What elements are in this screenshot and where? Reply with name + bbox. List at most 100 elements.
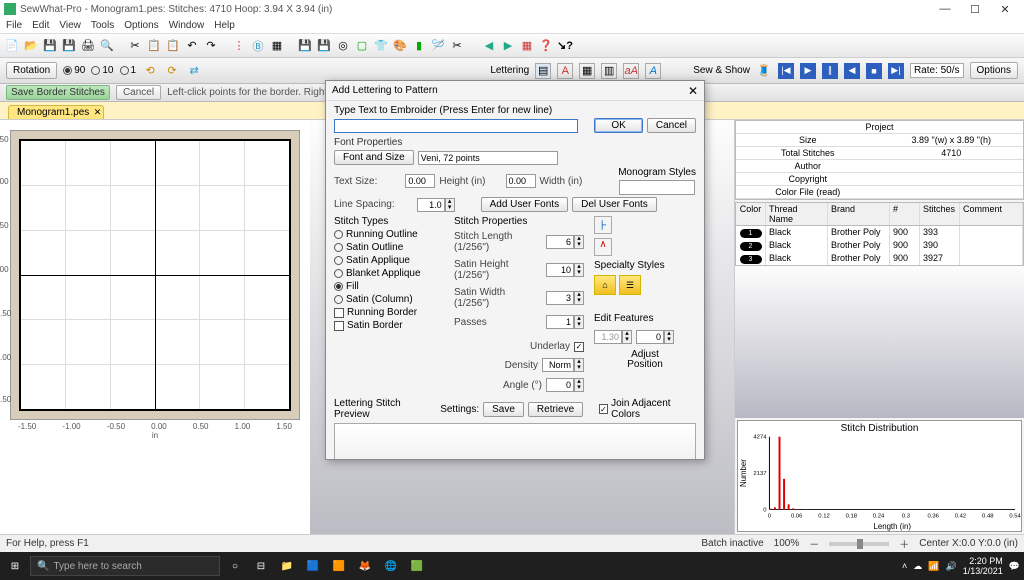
menu-edit[interactable]: Edit [32,20,49,31]
dialog-close-icon[interactable]: ✕ [688,84,698,98]
hoop-icon[interactable]: ◎ [335,38,351,54]
menu-options[interactable]: Options [124,20,158,31]
stype-running-border[interactable]: Running Border [334,307,444,318]
stype-satin-border[interactable]: Satin Border [334,320,444,331]
options-button[interactable]: Options [970,62,1018,79]
player-stop[interactable]: ■ [866,63,882,79]
editfeat-1-stepper[interactable]: ▴▾ [594,330,632,344]
border-cancel-button[interactable]: Cancel [116,85,161,100]
rotate-ccw-icon[interactable]: ⟲ [142,63,158,79]
mono-style-icon2[interactable]: ∧ [594,238,612,256]
font-value-field[interactable] [418,151,558,165]
density-stepper[interactable]: ▴▾ [542,358,584,372]
maximize-button[interactable]: ☐ [960,3,990,16]
needle-icon[interactable]: 🪡 [430,38,446,54]
table-row[interactable]: 1 BlackBrother Poly 900393 [736,226,1023,239]
stype-satin-applique[interactable]: Satin Applique [334,255,444,266]
app1-icon[interactable]: 🟦 [302,556,324,576]
menu-view[interactable]: View [59,20,81,31]
rect-icon[interactable]: ▢ [354,38,370,54]
player-play[interactable]: ▶ [800,63,816,79]
grid4-icon[interactable]: ▦ [519,38,535,54]
stype-blanket-applique[interactable]: Blanket Applique [334,268,444,279]
lettering-icon3[interactable]: ▦ [579,63,595,79]
design-canvas[interactable] [19,139,291,411]
notifications-icon[interactable]: 💬 [1009,561,1020,572]
grid-icon[interactable]: ▦ [269,38,285,54]
chrome-icon[interactable]: 🌐 [380,556,402,576]
disk2-icon[interactable]: 💾 [316,38,332,54]
tray-wifi-icon[interactable]: 📶 [928,561,939,572]
scissors-icon[interactable]: ✂ [449,38,465,54]
zoom-slider[interactable] [829,542,889,546]
explorer-icon[interactable]: 📁 [276,556,298,576]
open-icon[interactable]: 📂 [23,38,39,54]
redo-icon[interactable]: ↷ [203,38,219,54]
whatsthis-icon[interactable]: ↘? [557,38,573,54]
menu-window[interactable]: Window [169,20,205,31]
tray-cloud-icon[interactable]: ☁ [913,561,922,572]
passes-stepper[interactable]: ▴▾ [546,315,584,329]
b-icon[interactable]: Ⓑ [250,38,266,54]
stype-satin-column[interactable]: Satin (Column) [334,294,444,305]
add-user-fonts-button[interactable]: Add User Fonts [481,197,568,212]
mono-style-icon1[interactable]: ⺊ [594,216,612,234]
embroider-text-input[interactable] [334,119,578,133]
rotation-button[interactable]: Rotation [6,62,57,79]
stype-satin-outline[interactable]: Satin Outline [334,242,444,253]
lettering-icon4[interactable]: ▥ [601,63,617,79]
print-icon[interactable]: 🖨 [80,38,96,54]
zoom-in-icon[interactable]: ＋ [899,536,909,551]
start-icon[interactable]: ⊞ [4,556,26,576]
angle-stepper[interactable]: ▴▾ [546,378,584,392]
cut-icon[interactable]: ✂ [127,38,143,54]
monogram-styles-select[interactable] [619,180,695,195]
rotate-cw-icon[interactable]: ⟳ [164,63,180,79]
editfeat-2-stepper[interactable]: ▴▾ [636,330,674,344]
nav-left-icon[interactable]: ◀ [481,38,497,54]
tab-close-icon[interactable]: ✕ [94,107,102,118]
nav-right-icon[interactable]: ▶ [500,38,516,54]
preview-icon[interactable]: 🔍 [99,38,115,54]
app2-icon[interactable]: 🟧 [328,556,350,576]
saveall-icon[interactable]: 💾 [61,38,77,54]
del-user-fonts-button[interactable]: Del User Fonts [572,197,657,212]
ok-button[interactable]: OK [594,118,642,133]
bars-icon[interactable]: ▮ [411,38,427,54]
player-pause[interactable]: ∥ [822,63,838,79]
color-icon[interactable]: 🎨 [392,38,408,54]
undo-icon[interactable]: ↶ [184,38,200,54]
stitch-length-stepper[interactable]: ▴▾ [546,235,584,249]
close-button[interactable]: ✕ [990,3,1020,16]
save-icon[interactable]: 💾 [42,38,58,54]
firefox-icon[interactable]: 🦊 [354,556,376,576]
lettering-icon5[interactable]: aA [623,63,639,79]
font-and-size-button[interactable]: Font and Size [334,150,414,165]
cortana-icon[interactable]: ○ [224,556,246,576]
lettering-icon2[interactable]: A [557,63,573,79]
rate-box[interactable]: Rate: 50/s [910,63,964,78]
zoom-out-icon[interactable]: － [809,536,819,551]
tool-icon[interactable]: ⋮ [231,38,247,54]
rot-90[interactable]: 90 [63,65,85,76]
menu-tools[interactable]: Tools [91,20,114,31]
taskbar-search[interactable]: 🔍 Type here to search [30,556,220,576]
tray-sound-icon[interactable]: 🔊 [946,561,957,572]
join-adjacent-checkbox[interactable]: ✓Join Adjacent Colors [599,398,696,420]
tray-up-icon[interactable]: ˄ [902,561,907,571]
shirt-icon[interactable]: 👕 [373,38,389,54]
app3-icon[interactable]: 🟩 [406,556,428,576]
cancel-button[interactable]: Cancel [647,118,696,133]
tray-time[interactable]: 2:20 PM [963,556,1003,566]
rot-10[interactable]: 10 [91,65,113,76]
tray-date[interactable]: 1/13/2021 [963,566,1003,576]
help-icon[interactable]: ❓ [538,38,554,54]
save-border-button[interactable]: Save Border Stitches [6,85,110,100]
specialty-icon2[interactable]: ☰ [619,275,641,295]
paste-icon[interactable]: 📋 [165,38,181,54]
table-row[interactable]: 3 BlackBrother Poly 9003927 [736,252,1023,265]
line-spacing-stepper[interactable]: ▴▾ [417,198,455,212]
player-last[interactable]: ▶| [888,63,904,79]
player-prev[interactable]: ◀ [844,63,860,79]
text-width-input[interactable] [506,174,536,188]
